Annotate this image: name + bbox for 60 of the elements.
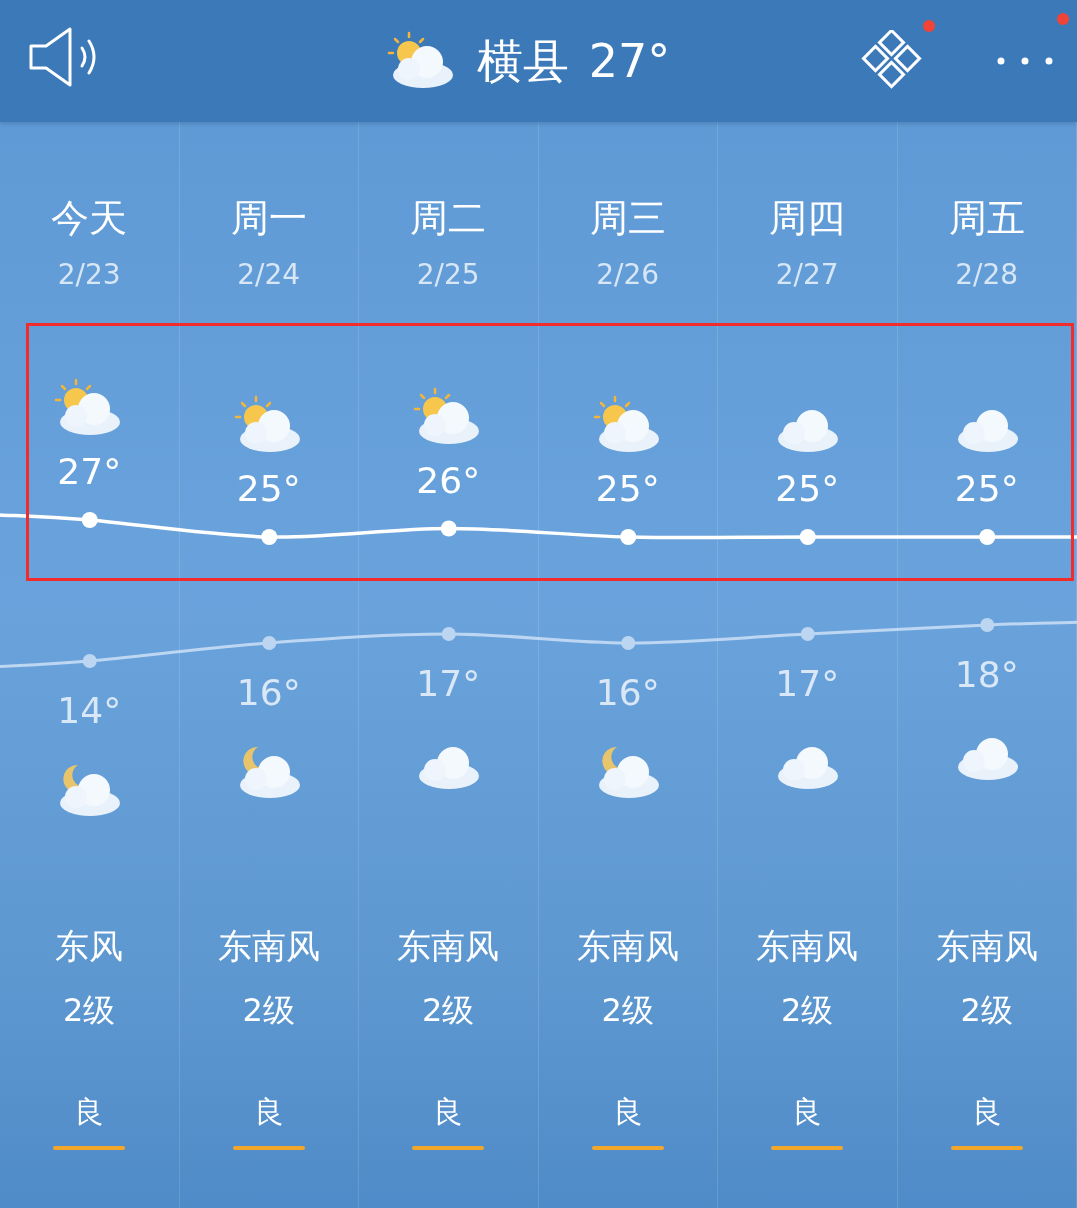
temperature-dot [82,654,97,668]
temperature-dot [440,520,457,537]
date-label: 2/23 [57,258,121,292]
wind-direction: 东南风 [217,926,320,966]
temperature-dot [620,529,637,545]
wind-direction: 东南风 [935,926,1038,966]
air-quality: 良 [971,1094,1002,1130]
wind-direction: 东南风 [756,926,859,966]
current-temperature: 27° [588,33,671,89]
air-quality: 良 [74,1094,105,1130]
temperature-dot [621,636,636,650]
temperature-dot [262,636,277,650]
high-temperature: 25° [954,469,1019,509]
low-temperature: 17° [775,664,840,704]
high-temperature: 27° [57,452,122,492]
temperature-dot [81,512,98,528]
wind-direction: 东风 [55,926,124,966]
wind-level: 2级 [422,990,475,1030]
date-label: 2/25 [416,258,480,292]
low-temperature: 18° [954,655,1019,695]
wind-level: 2级 [781,990,834,1030]
more-icon [995,55,1055,67]
day-label: 周五 [948,196,1025,240]
temperature-dot [800,627,815,641]
date-label: 2/24 [237,258,301,292]
wind-level: 2级 [63,990,116,1030]
day-label: 周三 [589,196,666,240]
day-label: 周二 [410,196,487,240]
temperature-dot [980,618,995,632]
city-name: 横县 [476,33,569,89]
air-quality: 良 [612,1094,643,1130]
air-quality: 良 [792,1094,823,1130]
wind-level: 2级 [242,990,295,1030]
wind-level: 2级 [601,990,654,1030]
date-label: 2/28 [955,258,1019,292]
wind-direction: 东南风 [397,926,500,966]
temperature-dot [261,529,278,545]
air-quality: 良 [433,1094,464,1130]
high-temperature: 25° [595,469,660,509]
low-temperature: 17° [416,664,481,704]
day-label: 今天 [51,196,128,240]
low-temperature: 16° [595,673,660,713]
air-quality: 良 [253,1094,284,1130]
more-button[interactable] [995,55,1055,67]
low-temperature: 14° [57,691,122,731]
apps-icon [859,30,925,92]
apps-button[interactable] [859,30,925,92]
date-label: 2/26 [596,258,660,292]
wind-direction: 东南风 [576,926,679,966]
high-temperature: 26° [416,460,481,501]
high-temperature: 25° [775,469,840,509]
day-label: 周四 [769,196,846,240]
high-temperature: 25° [236,469,301,509]
temperature-dot [441,627,456,641]
wind-level: 2级 [960,990,1013,1030]
date-label: 2/27 [775,258,839,292]
low-temperature: 16° [236,673,301,713]
day-label: 周一 [230,196,307,240]
temperature-dot [799,529,816,545]
temperature-dot [979,529,996,545]
